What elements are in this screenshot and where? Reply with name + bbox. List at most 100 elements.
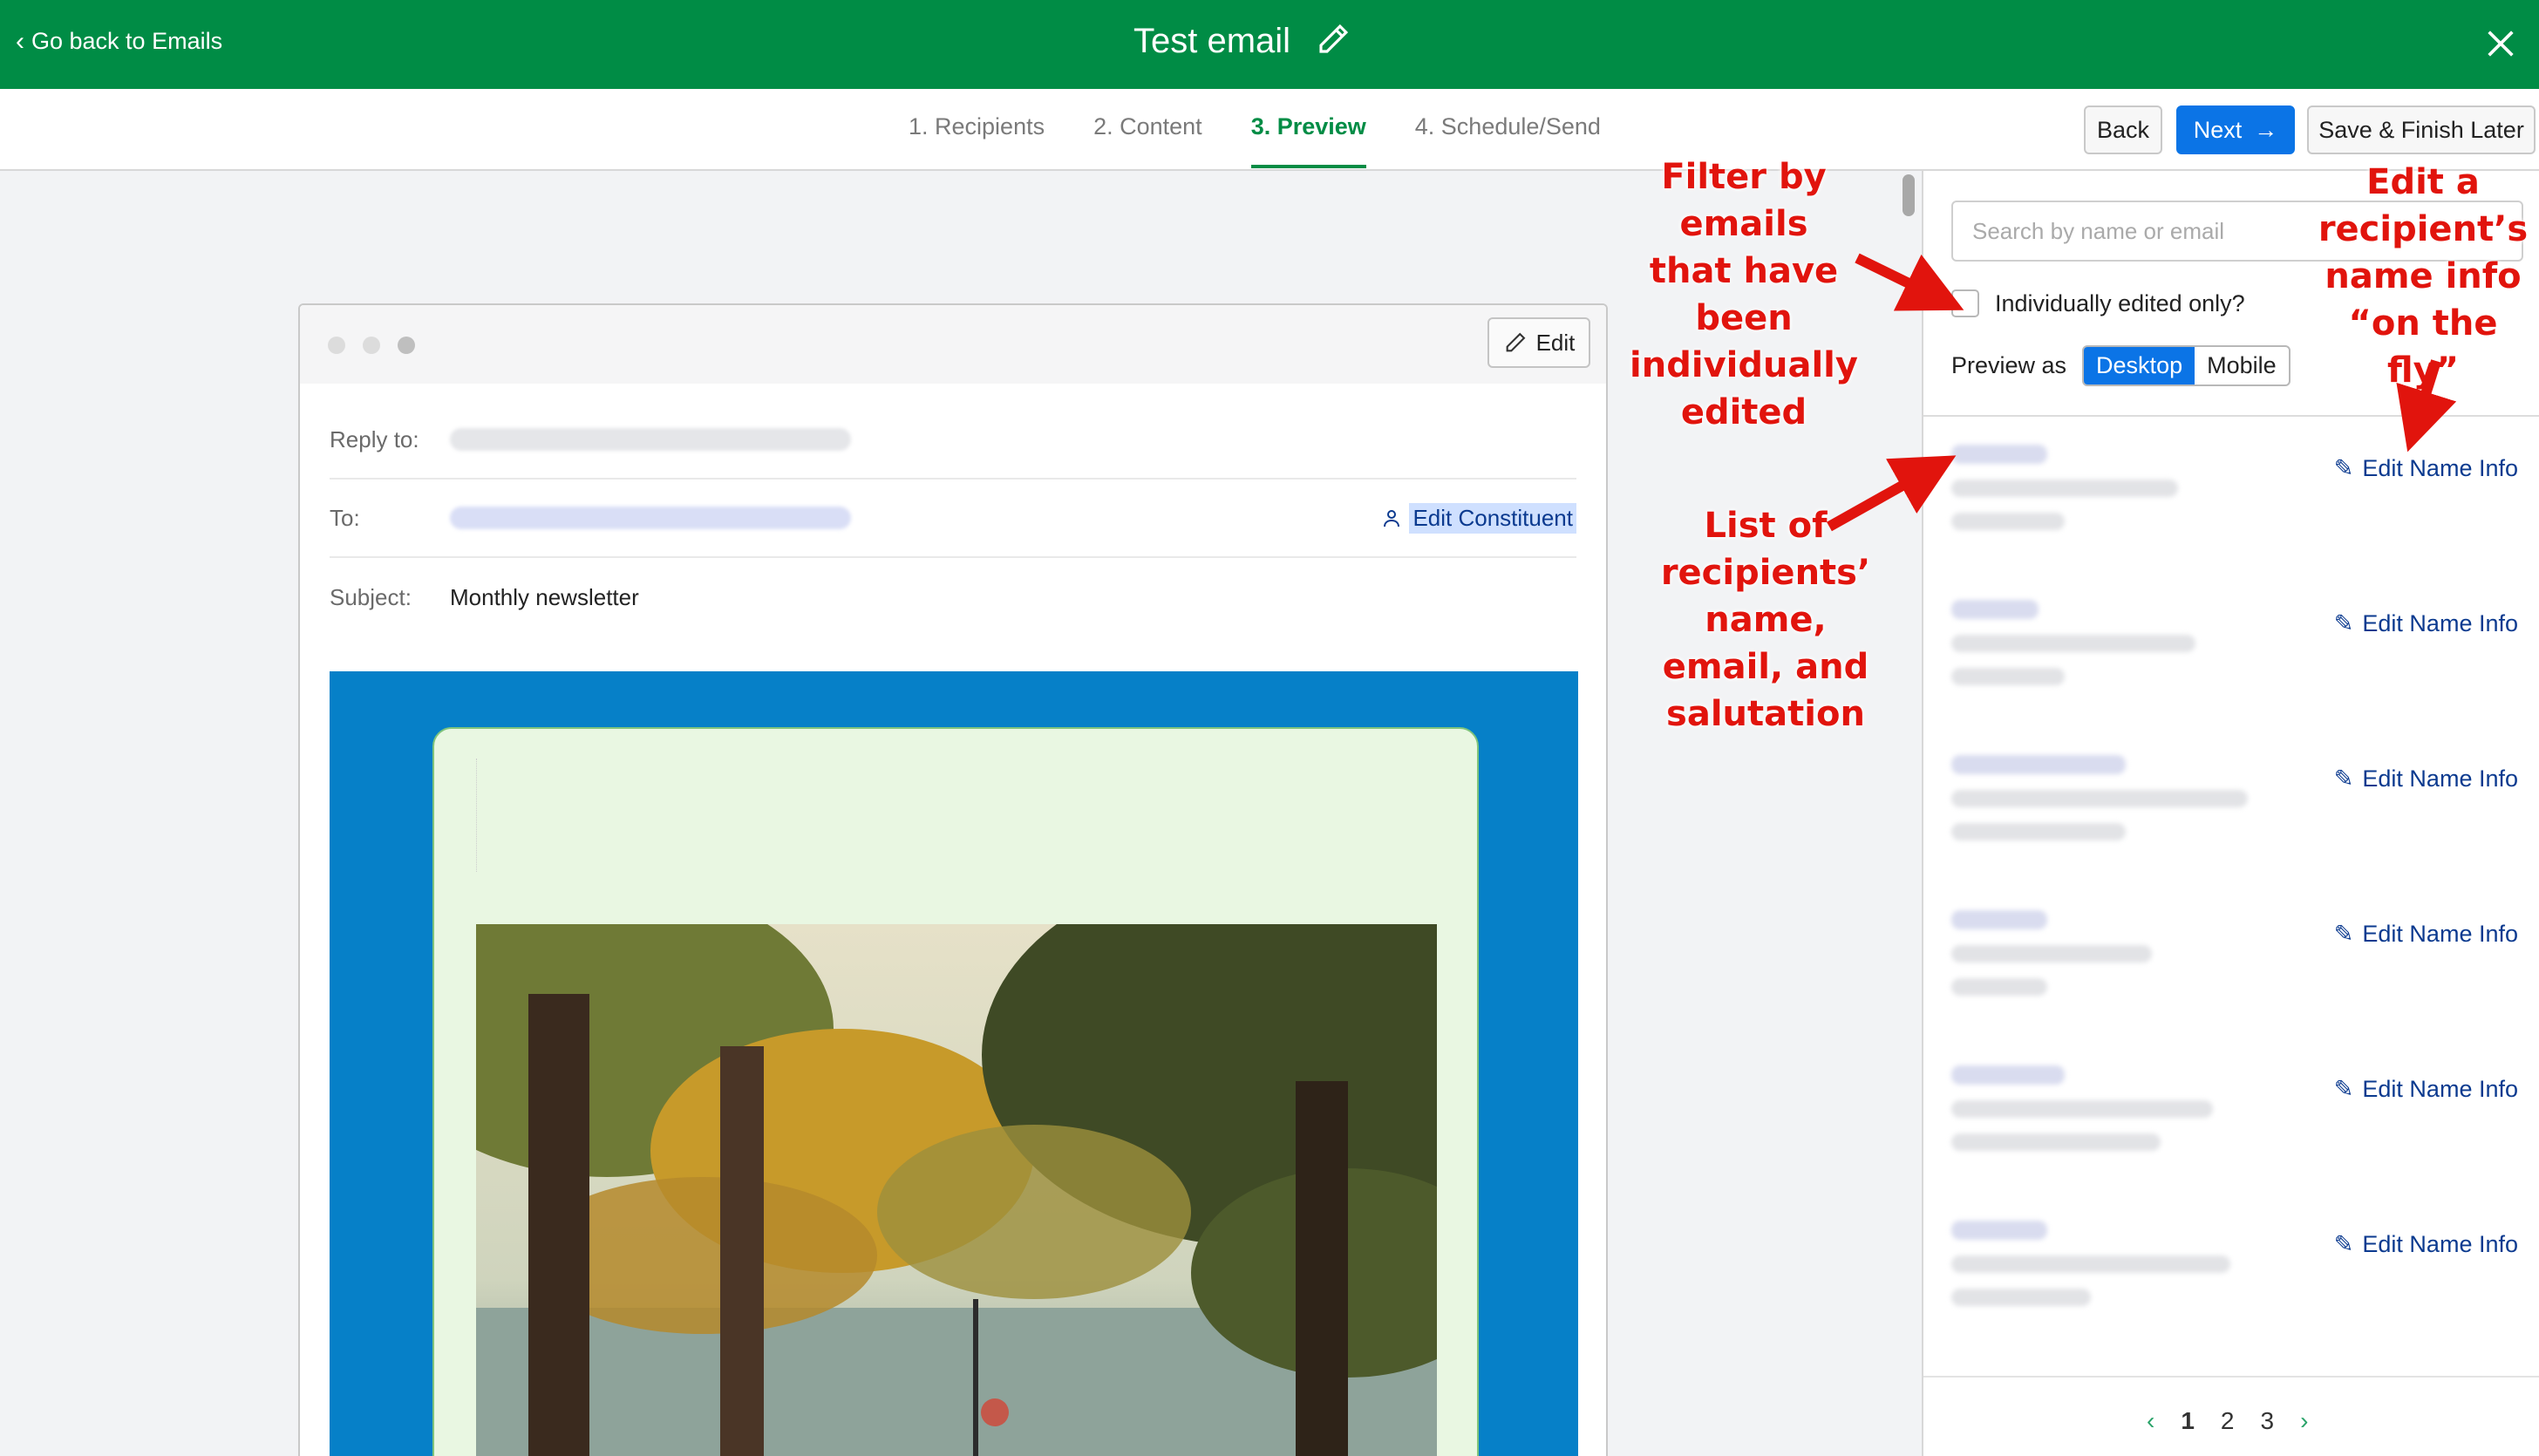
edit-name-info-link[interactable]: ✎ Edit Name Info — [2334, 765, 2518, 793]
wizard-steps: 1. Recipients 2. Content 3. Preview 4. S… — [909, 113, 1601, 168]
preview-as-row: Preview as Desktop Mobile — [1951, 345, 2291, 386]
chevron-left-icon[interactable]: ‹ — [2147, 1407, 2154, 1435]
edit-name-info-link[interactable]: ✎ Edit Name Info — [2334, 610, 2518, 637]
back-button[interactable]: Back — [2084, 105, 2162, 154]
pencil-icon — [1506, 332, 1525, 352]
subject-label: Subject: — [330, 583, 412, 610]
pagination: ‹ 1 2 3 › — [2147, 1407, 2308, 1435]
preview-as-label: Preview as — [1951, 352, 2067, 378]
window-dot — [328, 337, 345, 354]
close-icon[interactable] — [2483, 26, 2518, 61]
email-body — [330, 671, 1578, 1456]
email-preview-card: Edit Reply to: To: Edit Constituent Subj… — [298, 303, 1608, 1456]
edit-square-icon: ✎ — [2333, 610, 2354, 636]
chevron-right-icon[interactable]: › — [2300, 1407, 2308, 1435]
to-value-redacted — [450, 507, 851, 529]
edit-name-info-link[interactable]: ✎ Edit Name Info — [2334, 1076, 2518, 1103]
recipient-item: ✎ Edit Name Info — [1951, 445, 2518, 549]
annotation-line: List of — [1704, 506, 1828, 546]
annotation-line: “on the fly” — [2348, 303, 2498, 391]
edit-constituent-label: Edit Constituent — [1409, 502, 1576, 534]
recipient-salutation-redacted — [1951, 1289, 2091, 1306]
annotation-line: recipients’ — [1660, 553, 1871, 593]
recipient-salutation-redacted — [1951, 668, 2065, 685]
card-header: Edit — [300, 305, 1606, 384]
go-back-link[interactable]: ‹ Go back to Emails — [16, 28, 222, 55]
save-finish-later-button[interactable]: Save & Finish Later — [2307, 105, 2536, 154]
tab-preview[interactable]: 3. Preview — [1250, 113, 1366, 168]
logo-placeholder — [476, 759, 589, 872]
arrow-right-icon: → — [2254, 116, 2278, 143]
edit-constituent-link[interactable]: Edit Constituent — [1381, 502, 1576, 534]
go-back-label: Go back to Emails — [31, 28, 223, 54]
recipient-item: ✎ Edit Name Info — [1951, 600, 2518, 704]
top-bar: ‹ Go back to Emails Test email — [0, 0, 2539, 89]
annotation-line: name, — [1705, 600, 1827, 640]
reply-to-value-redacted — [450, 428, 851, 451]
recipient-salutation-redacted — [1951, 823, 2126, 840]
annotation-filter: Filter by emails that have been individu… — [1596, 153, 1892, 436]
edit-square-icon: ✎ — [2333, 1231, 2354, 1257]
edit-name-label: Edit Name Info — [2362, 610, 2518, 636]
page-2[interactable]: 2 — [2221, 1407, 2235, 1435]
recipient-email-redacted — [1951, 1255, 2230, 1273]
subject-row: Subject: Monthly newsletter — [330, 558, 1576, 636]
annotation-line: name info — [2325, 256, 2522, 296]
annotation-line: email, and — [1662, 647, 1869, 687]
edit-button[interactable]: Edit — [1487, 317, 1590, 368]
recipient-item: ✎ Edit Name Info — [1951, 910, 2518, 1015]
pencil-icon[interactable] — [1315, 21, 1351, 62]
recipient-item: ✎ Edit Name Info — [1951, 1221, 2518, 1325]
person-icon — [1384, 510, 1400, 527]
subject-value: Monthly newsletter — [450, 583, 639, 610]
desktop-toggle[interactable]: Desktop — [2084, 347, 2195, 384]
annotation-line: Edit a — [2366, 162, 2480, 202]
next-label: Next — [2193, 116, 2243, 143]
edit-square-icon: ✎ — [2333, 1076, 2354, 1102]
tab-schedule-send[interactable]: 4. Schedule/Send — [1415, 113, 1601, 167]
to-row: To: Edit Constituent — [330, 480, 1576, 558]
window-dot — [398, 337, 415, 354]
edit-square-icon: ✎ — [2333, 765, 2354, 792]
edit-name-info-link[interactable]: ✎ Edit Name Info — [2334, 921, 2518, 948]
annotation-line: edited — [1680, 392, 1807, 432]
edit-name-label: Edit Name Info — [2362, 455, 2518, 481]
annotation-list: List of recipients’ name, email, and sal… — [1648, 502, 1883, 738]
edit-name-info-link[interactable]: ✎ Edit Name Info — [2334, 455, 2518, 482]
individually-edited-checkbox[interactable] — [1951, 289, 1979, 317]
email-content-panel — [432, 727, 1479, 1456]
divider — [1923, 415, 2539, 417]
annotation-edit: Edit a recipient’s name info “on the fly… — [2311, 159, 2536, 394]
edit-name-label: Edit Name Info — [2362, 1231, 2518, 1257]
recipient-salutation-redacted — [1951, 1133, 2161, 1151]
recipient-item: ✎ Edit Name Info — [1951, 1065, 2518, 1170]
edit-name-label: Edit Name Info — [2362, 921, 2518, 947]
scrollbar-thumb[interactable] — [1903, 174, 1915, 216]
tab-recipients[interactable]: 1. Recipients — [909, 113, 1045, 167]
annotation-line: recipient’s — [2318, 209, 2529, 249]
recipient-email-redacted — [1951, 1100, 2213, 1118]
annotation-line: Filter by emails — [1661, 157, 1827, 244]
page-1[interactable]: 1 — [2181, 1407, 2195, 1435]
mobile-toggle[interactable]: Mobile — [2195, 347, 2289, 384]
recipient-email-redacted — [1951, 790, 2248, 807]
next-button[interactable]: Next → — [2176, 105, 2295, 154]
tab-content[interactable]: 2. Content — [1093, 113, 1202, 167]
recipient-name-redacted — [1951, 910, 2047, 929]
edit-square-icon: ✎ — [2333, 455, 2354, 481]
device-toggle: Desktop Mobile — [2082, 345, 2291, 386]
edit-name-label: Edit Name Info — [2362, 765, 2518, 792]
edit-label: Edit — [1535, 329, 1576, 356]
recipient-name-redacted — [1951, 1221, 2047, 1240]
recipient-salutation-redacted — [1951, 513, 2065, 530]
edit-name-info-link[interactable]: ✎ Edit Name Info — [2334, 1231, 2518, 1258]
chevron-left-icon: ‹ — [16, 26, 24, 56]
recipient-name-redacted — [1951, 600, 2039, 619]
recipient-email-redacted — [1951, 635, 2195, 652]
annotation-line: salutation — [1666, 694, 1865, 734]
steps-bar: 1. Recipients 2. Content 3. Preview 4. S… — [0, 89, 2539, 171]
recipient-email-redacted — [1951, 945, 2152, 963]
page-3[interactable]: 3 — [2260, 1407, 2274, 1435]
recipient-salutation-redacted — [1951, 978, 2047, 996]
edit-name-label: Edit Name Info — [2362, 1076, 2518, 1102]
